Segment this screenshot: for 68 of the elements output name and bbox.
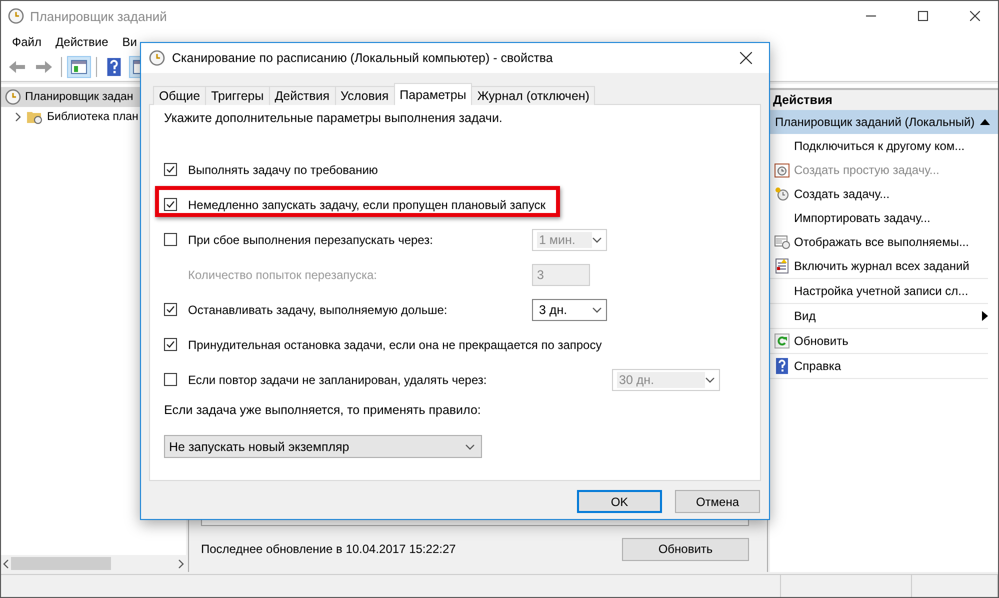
action-item[interactable]: Создать задачу... bbox=[770, 182, 988, 206]
tab[interactable]: Общие bbox=[153, 86, 206, 105]
option-label: Выполнять задачу по требованию bbox=[188, 162, 378, 176]
dialog-button[interactable]: Отмена bbox=[675, 490, 760, 513]
refresh-button[interactable]: Обновить bbox=[622, 538, 749, 560]
action-item[interactable]: Включить журнал всех заданий bbox=[770, 254, 988, 278]
dialog-button[interactable]: OK bbox=[577, 490, 662, 513]
dialog-title: Сканирование по расписанию (Локальный компьютер) - свойства bbox=[172, 51, 554, 65]
close-icon bbox=[970, 11, 980, 21]
window-title: Планировщик заданий bbox=[30, 8, 168, 24]
tab[interactable]: Параметры bbox=[394, 83, 472, 105]
clock-star-icon bbox=[774, 186, 790, 202]
action-item[interactable]: Настройка учетной записи сл... bbox=[770, 279, 988, 303]
tree-label: Планировщик задан bbox=[25, 91, 134, 103]
tree-label: Библиотека план bbox=[47, 111, 138, 123]
option-label: Принудительная остановка задачи, если она не прекращается по запросу bbox=[188, 338, 602, 352]
scroll-right-icon bbox=[176, 558, 186, 568]
intro-text: Укажите дополнительные параметры выполнения задачи. bbox=[164, 111, 504, 127]
chevron-icon bbox=[592, 304, 602, 314]
help-icon bbox=[776, 358, 788, 374]
chevron-icon bbox=[592, 234, 602, 244]
calendar-clock-icon bbox=[774, 162, 790, 178]
actions-header: Действия bbox=[770, 88, 998, 110]
triangle-icon bbox=[980, 119, 990, 125]
rule-label: Если задача уже выполняется, то применять правило: bbox=[164, 403, 482, 417]
close-icon bbox=[740, 52, 752, 64]
option-label: При сбое выполнения перезапускать через: bbox=[188, 232, 433, 246]
checkbox[interactable] bbox=[164, 338, 177, 351]
tab[interactable]: Действия bbox=[268, 86, 336, 105]
menu-item[interactable]: Файл bbox=[5, 35, 49, 49]
action-item[interactable]: Вид bbox=[770, 304, 988, 328]
log-icon bbox=[774, 258, 790, 274]
horizontal-scrollbar[interactable] bbox=[1, 555, 186, 572]
option-label: Немедленно запускать задачу, если пропущен плановый запуск bbox=[188, 198, 546, 212]
tab[interactable]: Условия bbox=[334, 86, 395, 105]
option-label: Количество попыток перезапуска: bbox=[188, 268, 378, 282]
window-clock-icon bbox=[774, 234, 790, 250]
option-label: Если повтор задачи не запланирован, удалять через: bbox=[188, 372, 487, 386]
tab[interactable]: Триггеры bbox=[205, 86, 270, 105]
menu-item[interactable]: Действие bbox=[48, 35, 116, 49]
chevron-icon bbox=[465, 442, 475, 452]
menu-item[interactable]: Ви bbox=[115, 35, 144, 49]
chevron-icon bbox=[705, 374, 715, 384]
clock-icon bbox=[5, 89, 21, 105]
action-item[interactable]: Подключиться к другому ком... bbox=[770, 134, 988, 158]
action-item[interactable]: Импортировать задачу... bbox=[770, 206, 988, 230]
maximize-icon bbox=[918, 11, 928, 21]
clock-icon bbox=[8, 8, 24, 24]
checkbox[interactable] bbox=[164, 163, 177, 176]
option-label: Останавливать задачу, выполняемую дольше: bbox=[188, 302, 448, 316]
last-update-text: Последнее обновление в 10.04.2017 15:22:27 bbox=[201, 542, 456, 556]
dropdown[interactable]: Не запускать новый экземпляр bbox=[164, 435, 482, 458]
clock-icon bbox=[149, 50, 165, 66]
action-item[interactable]: Отображать все выполняемы... bbox=[770, 230, 988, 254]
checkbox[interactable] bbox=[164, 198, 177, 211]
tab[interactable]: Журнал (отключен) bbox=[471, 86, 596, 105]
dropdown[interactable]: 3 дн. bbox=[532, 298, 607, 320]
panel-toggle-icon[interactable] bbox=[67, 56, 91, 78]
checkbox[interactable] bbox=[164, 233, 177, 246]
checkbox[interactable] bbox=[164, 373, 177, 386]
action-item[interactable]: Справка bbox=[770, 354, 988, 378]
actions-group-header[interactable]: Планировщик заданий (Локальный) bbox=[770, 110, 998, 134]
scroll-left-icon bbox=[1, 558, 11, 568]
checkbox[interactable] bbox=[164, 303, 177, 316]
refresh-icon bbox=[774, 333, 790, 349]
chevron-icon bbox=[13, 112, 23, 122]
action-item[interactable]: Обновить bbox=[770, 329, 988, 353]
folder-clock-icon bbox=[27, 110, 43, 124]
